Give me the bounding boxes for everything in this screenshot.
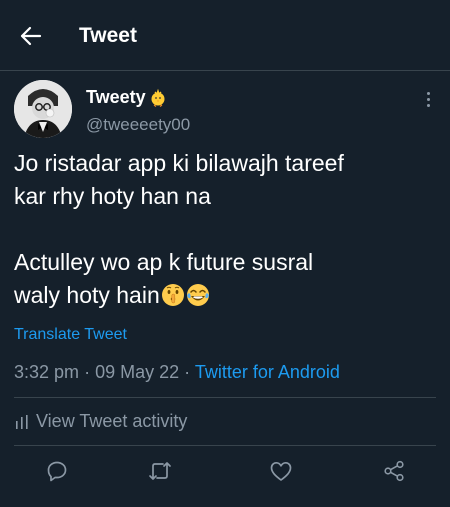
bar-chart-icon — [16, 414, 28, 429]
retweet-icon — [149, 462, 171, 480]
top-bar: Tweet — [0, 0, 450, 71]
more-dot-icon — [426, 103, 430, 107]
reply-icon — [47, 461, 67, 482]
like-button[interactable] — [268, 458, 294, 484]
divider — [14, 397, 436, 398]
activity-label: View Tweet activity — [36, 411, 188, 431]
meta-separator: · — [84, 362, 91, 382]
back-arrow-icon — [20, 26, 42, 46]
heart-icon — [270, 461, 292, 481]
tears-of-joy-icon — [186, 284, 209, 306]
avatar-image — [14, 80, 72, 138]
share-icon — [384, 460, 404, 482]
page-title: Tweet — [79, 24, 137, 47]
divider — [14, 445, 436, 446]
tweet-source-link[interactable]: Twitter for Android — [195, 362, 340, 382]
display-name[interactable]: Tweety — [86, 87, 168, 108]
tweet-text-line: waly hoty hain — [14, 282, 160, 308]
tweet-actions — [0, 458, 450, 488]
retweet-button[interactable] — [147, 458, 173, 484]
more-dot-icon — [426, 97, 430, 101]
more-options-button[interactable] — [418, 88, 438, 110]
display-name-text: Tweety — [86, 87, 146, 107]
translate-tweet-link[interactable]: Translate Tweet — [14, 326, 127, 344]
meta-separator: · — [184, 362, 191, 382]
reply-button[interactable] — [44, 458, 70, 484]
user-handle[interactable]: @tweeeety00 — [86, 115, 190, 135]
share-button[interactable] — [381, 458, 407, 484]
tweet-text-line-last: waly hoty hain — [14, 279, 434, 312]
tweet-meta: 3:32 pm · 09 May 22 · Twitter for Androi… — [14, 362, 340, 383]
tweet-text: Jo ristadar app ki bilawajh tareef kar r… — [14, 147, 434, 312]
more-dot-icon — [426, 91, 430, 95]
tweet-date[interactable]: 09 May 22 — [95, 362, 179, 382]
back-button[interactable] — [18, 23, 44, 49]
shushing-face-icon — [161, 284, 184, 306]
avatar[interactable] — [14, 80, 72, 138]
tweet-time[interactable]: 3:32 pm — [14, 362, 79, 382]
tweet-text-line — [14, 213, 434, 246]
tweet-text-line: Jo ristadar app ki bilawajh tareef — [14, 150, 344, 176]
chick-emoji-icon — [151, 88, 165, 107]
view-tweet-activity-button[interactable]: View Tweet activity — [14, 411, 187, 432]
tweet-text-line: kar rhy hoty han na — [14, 183, 211, 209]
tweet-text-line: Actulley wo ap k future susral — [14, 249, 314, 275]
